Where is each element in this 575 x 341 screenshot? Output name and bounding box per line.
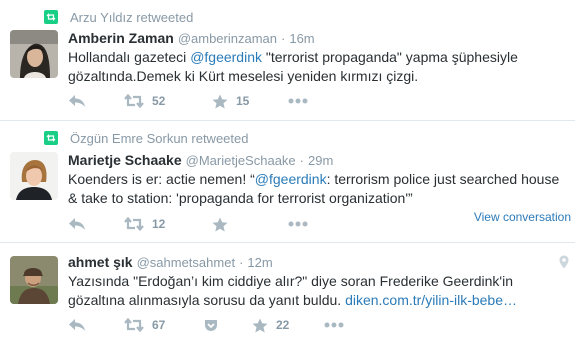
reply-icon[interactable] (68, 318, 124, 332)
tweet-actions: 12 (68, 215, 308, 233)
view-conversation-link[interactable]: View conversation (474, 210, 571, 224)
tweet-header: ahmet şık @sahmetsahmet · 12m (68, 254, 571, 272)
separator-dot: · (281, 31, 286, 46)
reply-icon[interactable] (68, 217, 124, 231)
tweet-content: ahmet şık @sahmetsahmet · 12m Yazısında … (68, 254, 571, 310)
author-handle[interactable]: @amberinzaman (178, 31, 277, 46)
author-fullname[interactable]: Amberin Zaman (68, 30, 174, 46)
url-link[interactable]: diken.com.tr/yilin-ilk-bebe… (345, 292, 517, 308)
author-handle[interactable]: @sahmetsahmet (137, 255, 235, 270)
timestamp[interactable]: 29m (308, 153, 333, 168)
tweet-text: Yazısında "Erdoğan’ı kim ciddiye alır?" … (68, 272, 571, 310)
author-fullname[interactable]: Marietje Schaake (68, 152, 182, 168)
mention-link[interactable]: @fgeerdink (190, 49, 262, 65)
tweet-text: Hollandalı gazeteci @fgeerdink "terroris… (68, 48, 571, 86)
retweet-button[interactable]: 12 (124, 217, 212, 231)
retweet-icon (124, 94, 144, 108)
separator-dot: · (299, 153, 304, 168)
retweet-count: 67 (152, 318, 166, 332)
tweet-header: Amberin Zaman @amberinzaman · 16m (68, 30, 571, 48)
reply-icon[interactable] (68, 94, 124, 108)
retweeted-by-text[interactable]: Özgün Emre Sorkun retweeted (70, 131, 248, 146)
retweet-icon (124, 217, 144, 231)
timeline: Arzu Yıldız retweeted Amberin Zaman @amb… (0, 0, 575, 341)
tweet-actions: 67 22 (68, 316, 344, 334)
favorite-count: 22 (276, 318, 290, 332)
retweet-button[interactable]: 52 (124, 94, 212, 108)
tweet[interactable]: Özgün Emre Sorkun retweeted Marietje Sch… (0, 121, 575, 243)
author-handle[interactable]: @MarietjeSchaake (186, 153, 296, 168)
retweet-button[interactable]: 67 (124, 318, 204, 332)
star-icon (212, 217, 228, 232)
favorite-button[interactable] (212, 217, 288, 232)
retweet-badge-icon (44, 131, 58, 145)
timestamp[interactable]: 16m (289, 31, 314, 46)
avatar[interactable] (10, 30, 58, 78)
tweet-text-part: Koenders is er: actie nemen! “ (68, 171, 255, 187)
retweet-context: Özgün Emre Sorkun retweeted (44, 130, 248, 146)
avatar[interactable] (10, 256, 58, 304)
tweet-header: Marietje Schaake @MarietjeSchaake · 29m (68, 152, 571, 170)
tweet-content: Marietje Schaake @MarietjeSchaake · 29m … (68, 152, 571, 208)
retweet-count: 52 (152, 94, 166, 108)
retweet-count: 12 (152, 217, 166, 231)
tweet-actions: 52 15 (68, 92, 308, 110)
timestamp[interactable]: 12m (247, 255, 272, 270)
favorite-count: 15 (236, 94, 250, 108)
more-icon[interactable] (288, 98, 308, 104)
retweet-badge-icon (44, 10, 58, 24)
favorite-button[interactable]: 15 (212, 94, 288, 109)
separator-dot: · (239, 255, 244, 270)
favorite-button[interactable]: 22 (252, 318, 324, 333)
retweeted-by-text[interactable]: Arzu Yıldız retweeted (70, 10, 193, 25)
author-fullname[interactable]: ahmet şık (68, 254, 133, 270)
star-icon (212, 94, 228, 109)
star-icon (252, 318, 268, 333)
avatar[interactable] (10, 152, 58, 200)
more-icon[interactable] (288, 221, 308, 227)
tweet-text-part: Hollandalı gazeteci (68, 49, 191, 65)
retweet-icon (124, 318, 144, 332)
retweet-context: Arzu Yıldız retweeted (44, 9, 193, 25)
more-icon[interactable] (324, 322, 344, 328)
tweet-text: Koenders is er: actie nemen! “@fgeerdink… (68, 170, 571, 208)
tweet[interactable]: Arzu Yıldız retweeted Amberin Zaman @amb… (0, 0, 575, 121)
mention-link[interactable]: @fgeerdink (255, 171, 327, 187)
tweet[interactable]: ahmet şık @sahmetsahmet · 12m Yazısında … (0, 243, 575, 341)
pocket-icon[interactable] (204, 319, 252, 332)
tweet-content: Amberin Zaman @amberinzaman · 16m Hollan… (68, 30, 571, 86)
